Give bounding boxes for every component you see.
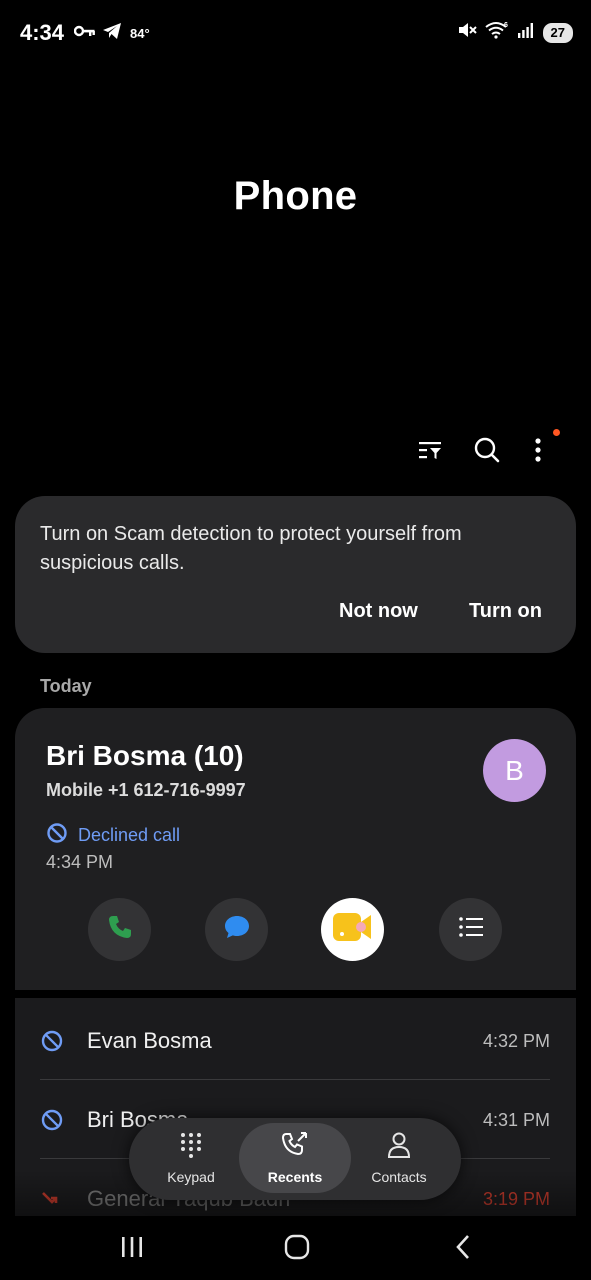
tab-recents-label: Recents <box>267 1168 323 1185</box>
not-now-button[interactable]: Not now <box>339 600 418 623</box>
tab-recents[interactable]: Recents <box>239 1123 351 1193</box>
call-status-label: Declined call <box>78 825 181 845</box>
battery-indicator: 27 <box>542 22 573 43</box>
list-item[interactable]: Evan Bosma 4:32 PM <box>40 1001 550 1080</box>
contacts-icon <box>387 1132 411 1163</box>
call-time: 4:34 PM <box>46 852 114 872</box>
status-right-icons: 6 27 <box>457 21 573 44</box>
back-icon[interactable] <box>443 1232 483 1262</box>
svg-text:6: 6 <box>504 22 508 29</box>
video-call-icon <box>331 910 375 949</box>
telegram-icon <box>102 22 122 45</box>
message-icon <box>223 913 251 946</box>
list-item-name: Evan Bosma <box>87 1028 212 1053</box>
home-icon[interactable] <box>277 1232 317 1262</box>
signal-icon <box>517 22 535 43</box>
search-icon[interactable] <box>469 432 505 468</box>
tab-contacts[interactable]: Contacts <box>343 1123 455 1193</box>
call-status: Declined call <box>46 822 180 849</box>
message-button[interactable] <box>205 898 268 961</box>
declined-icon <box>40 1108 64 1132</box>
tab-keypad-label: Keypad <box>167 1168 215 1185</box>
key-icon <box>73 24 96 43</box>
recents-icon <box>281 1131 309 1163</box>
recent-apps-icon[interactable] <box>112 1232 152 1262</box>
list-item-time: 3:19 PM <box>482 1189 550 1209</box>
status-left-icons: 84° <box>73 22 150 45</box>
avatar[interactable]: B <box>483 739 546 802</box>
video-call-button[interactable] <box>321 898 384 961</box>
section-header-today: Today <box>40 676 92 696</box>
status-time: 4:34 <box>20 20 65 45</box>
more-options-icon[interactable] <box>520 432 556 468</box>
tab-contacts-label: Contacts <box>371 1168 427 1185</box>
contact-number: Mobile +1 612-716-9997 <box>46 780 246 800</box>
details-button[interactable] <box>439 898 502 961</box>
avatar-letter: B <box>505 754 524 786</box>
system-navigation-bar <box>0 1216 591 1280</box>
scam-detection-message: Turn on Scam detection to protect yourse… <box>40 523 462 574</box>
status-temperature: 84° <box>130 26 150 41</box>
expanded-call-card[interactable]: Bri Bosma (10) Mobile +1 612-716-9997 B … <box>15 708 576 990</box>
missed-call-icon <box>40 1187 64 1211</box>
page-title: Phone <box>233 174 358 218</box>
list-item-time: 4:32 PM <box>482 1031 550 1051</box>
declined-icon <box>46 822 68 849</box>
scam-detection-card: Turn on Scam detection to protect yourse… <box>15 496 576 653</box>
call-icon <box>106 913 134 946</box>
status-bar: 4:34 84° 6 27 <box>0 0 591 66</box>
call-button[interactable] <box>88 898 151 961</box>
mute-icon <box>457 21 477 44</box>
wifi-icon: 6 <box>484 21 509 44</box>
turn-on-button[interactable]: Turn on <box>469 600 542 623</box>
keypad-icon <box>180 1132 202 1163</box>
declined-icon <box>40 1029 64 1053</box>
notification-dot <box>553 429 560 436</box>
filter-icon[interactable] <box>412 432 448 468</box>
details-icon <box>458 916 484 943</box>
bottom-navigation: Keypad Recents Contacts <box>129 1118 461 1200</box>
contact-name: Bri Bosma (10) <box>46 740 244 771</box>
tab-keypad[interactable]: Keypad <box>135 1123 247 1193</box>
list-item-time: 4:31 PM <box>482 1110 550 1130</box>
